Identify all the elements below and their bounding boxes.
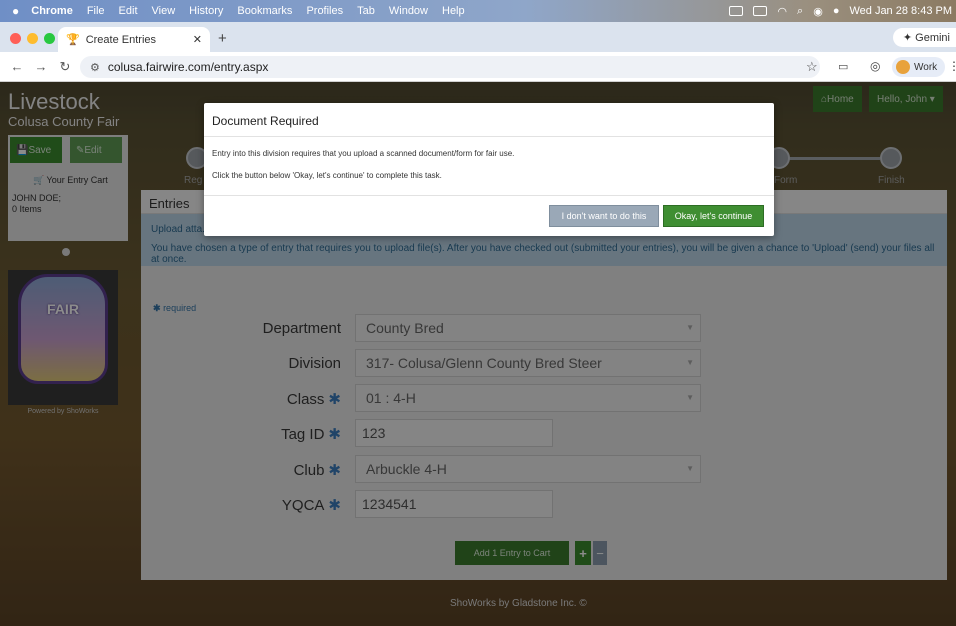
extensions-icon[interactable]: ◎ — [870, 59, 880, 73]
menu-window[interactable]: Window — [389, 5, 428, 17]
dialog-body: Entry into this division requires that y… — [212, 149, 514, 193]
dialog-message-2: Click the button below 'Okay, let's cont… — [212, 171, 442, 180]
menu-history[interactable]: History — [189, 5, 223, 17]
close-tab-icon[interactable]: ✕ — [193, 33, 202, 46]
forward-icon[interactable]: → — [34, 59, 48, 74]
menu-app-name[interactable]: Chrome — [31, 5, 73, 17]
menu-bookmarks[interactable]: Bookmarks — [237, 5, 292, 17]
macos-menu-bar: ● Chrome File Edit View History Bookmark… — [0, 0, 956, 22]
control-center-icon[interactable]: ◉ — [813, 5, 823, 18]
bookmark-star-icon[interactable]: ☆ — [806, 59, 818, 75]
reload-icon[interactable]: ↻ — [58, 59, 72, 75]
chrome-menu-icon[interactable]: ⋮ — [948, 59, 956, 73]
url-text: colusa.fairwire.com/entry.aspx — [107, 60, 269, 74]
url-field[interactable]: ⚙ colusa.fairwire.com/entry.aspx — [80, 56, 820, 78]
continue-button[interactable]: Okay, let's continue — [663, 205, 764, 227]
clock[interactable]: Wed Jan 28 8:43 PM — [849, 5, 952, 17]
site-settings-icon[interactable]: ⚙ — [90, 61, 100, 74]
search-icon[interactable]: ⌕ — [797, 5, 803, 18]
siri-icon[interactable]: ● — [833, 5, 840, 17]
menu-edit[interactable]: Edit — [119, 5, 138, 17]
menu-help[interactable]: Help — [442, 5, 465, 17]
avatar — [896, 60, 910, 74]
decline-button[interactable]: I don't want to do this — [549, 205, 659, 227]
trophy-icon: 🏆 — [66, 34, 80, 46]
close-window-button[interactable] — [10, 33, 21, 44]
new-tab-button[interactable]: + — [218, 30, 227, 47]
wifi-icon[interactable]: ◠ — [777, 5, 787, 18]
zoom-window-button[interactable] — [44, 33, 55, 44]
status-icons: ◠ ⌕ ◉ ● Wed Jan 28 8:43 PM — [729, 0, 952, 22]
back-icon[interactable]: ← — [10, 59, 24, 74]
dialog-message-1: Entry into this division requires that y… — [212, 149, 515, 158]
dialog-footer: I don't want to do this Okay, let's cont… — [204, 195, 774, 236]
dialog-title: Document Required — [204, 103, 774, 137]
menu-tab[interactable]: Tab — [357, 5, 375, 17]
document-required-dialog: Document Required Entry into this divisi… — [204, 103, 774, 236]
menu-profiles[interactable]: Profiles — [306, 5, 343, 17]
menu-view[interactable]: View — [152, 5, 176, 17]
tab-title: Create Entries — [85, 33, 157, 46]
profile-label: Work — [914, 61, 938, 73]
window-controls — [10, 33, 55, 44]
gemini-label: Gemini — [915, 32, 950, 44]
apple-icon[interactable]: ● — [12, 4, 19, 18]
reading-list-icon[interactable]: ▭ — [838, 60, 848, 73]
menu-file[interactable]: File — [87, 5, 105, 17]
tab-create-entries[interactable]: 🏆 Create Entries ✕ — [58, 27, 210, 52]
profile-button[interactable]: Work — [892, 57, 946, 77]
address-bar-row: ← → ↻ ⚙ colusa.fairwire.com/entry.aspx ☆… — [0, 52, 956, 82]
display-icon[interactable] — [729, 6, 744, 16]
gemini-button[interactable]: ✦ Gemini — [892, 28, 956, 47]
battery-icon[interactable] — [753, 6, 768, 16]
tab-strip: 🏆 Create Entries ✕ + ✦ Gemini — [0, 22, 956, 52]
minimize-window-button[interactable] — [27, 33, 38, 44]
